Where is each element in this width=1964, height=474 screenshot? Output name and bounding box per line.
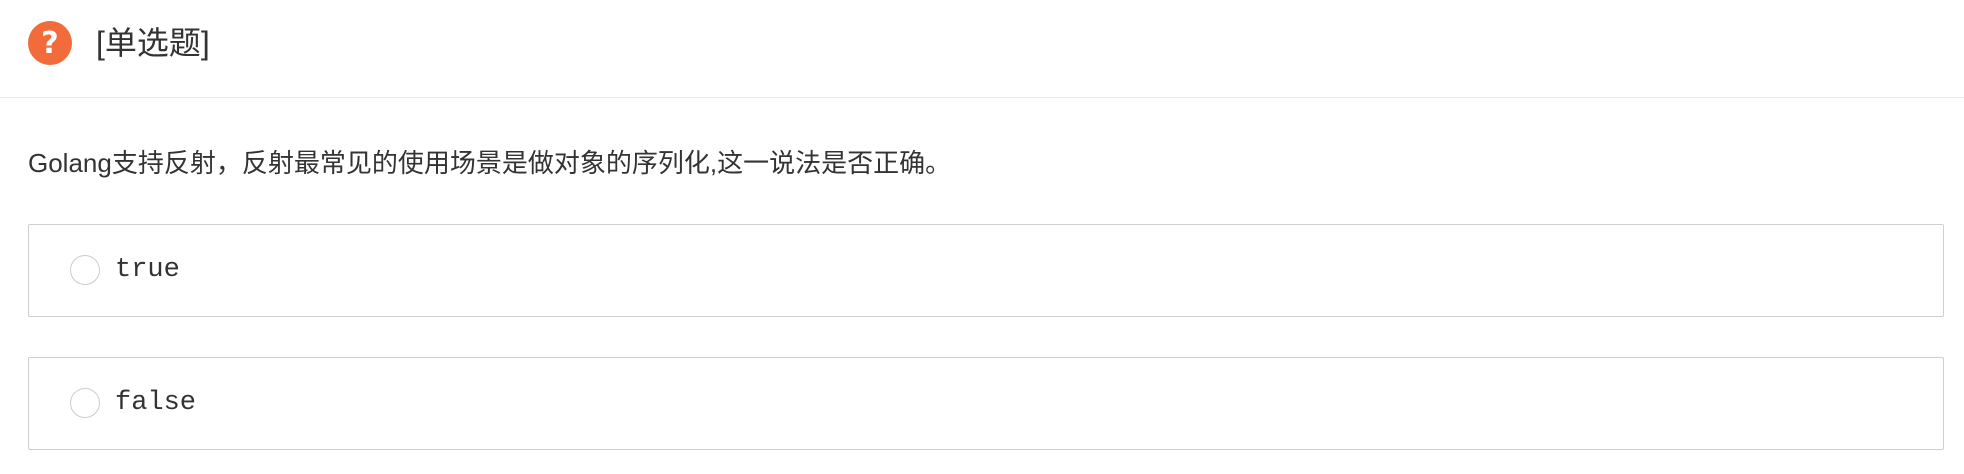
radio-button[interactable] <box>70 388 100 418</box>
question-stem: Golang支持反射，反射最常见的使用场景是做对象的序列化,这一说法是否正确。 <box>28 148 952 178</box>
radio-button[interactable] <box>70 255 100 285</box>
question-mark-glyph: ? <box>41 25 59 61</box>
option-true[interactable]: true <box>28 224 1944 317</box>
option-label: true <box>115 255 180 285</box>
option-false[interactable]: false <box>28 357 1944 450</box>
question-type-label: [单选题] <box>96 25 210 61</box>
option-label: false <box>115 388 197 418</box>
question-mark-icon: ? <box>28 21 72 65</box>
question-header: ? [单选题] <box>0 0 1964 98</box>
